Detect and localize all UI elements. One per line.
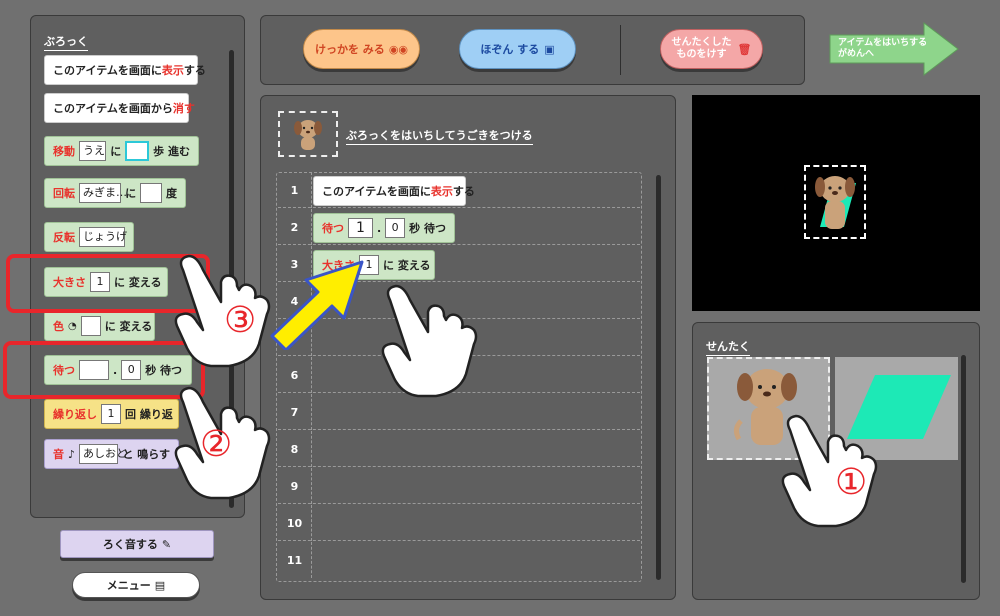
- menu-list-icon: ▤: [154, 578, 166, 592]
- selection-scrollbar[interactable]: [961, 355, 966, 583]
- row-number: 11: [278, 542, 312, 578]
- stage-dog-with-shape: [815, 176, 856, 229]
- palette-hide-block[interactable]: このアイテムを画面から 消す: [44, 93, 195, 123]
- place-item-label-1: アイテムをはいちする: [838, 38, 928, 48]
- view-result-label: けっかを みる: [314, 43, 385, 56]
- record-button[interactable]: ろく音する ✎: [60, 530, 214, 558]
- row2-fraction-input[interactable]: 0: [385, 218, 406, 238]
- row-number: 7: [278, 394, 312, 430]
- row2-dot: .: [376, 221, 382, 235]
- toolbar-divider: [620, 25, 621, 75]
- script-row: 11: [278, 542, 640, 578]
- row1-accent: 表示: [430, 185, 453, 198]
- dog-icon: [294, 120, 322, 150]
- rotate-degrees-input[interactable]: [140, 183, 162, 203]
- music-note-icon: ♪: [68, 447, 76, 461]
- show-block-accent: 表示: [161, 64, 184, 77]
- color-block-post: に 変える: [104, 320, 153, 333]
- script-row: 9: [278, 468, 640, 504]
- hide-block-accent: 消す: [172, 102, 195, 115]
- script-header: ぶろっくをはいちしてうごきをつける: [346, 127, 533, 145]
- rotate-block-p1: に: [125, 187, 137, 200]
- record-label: ろく音する: [102, 538, 158, 551]
- row2-post: 秒 待つ: [409, 222, 446, 235]
- palette-sound-block[interactable]: 音 ♪ あしおと と 鳴らす: [44, 439, 179, 469]
- row2-seconds-input[interactable]: 1: [348, 218, 373, 238]
- trash-icon: 🗑︎: [737, 42, 752, 56]
- color-block-accent: 色: [53, 320, 64, 333]
- palette-icon: ◔: [68, 320, 77, 332]
- row-number: 1: [278, 172, 312, 208]
- rotate-block-accent: 回転: [53, 187, 75, 200]
- palette-rotate-block[interactable]: 回転 みぎま… に 度: [44, 178, 186, 208]
- rotate-block-p2: 度: [166, 187, 177, 200]
- palette-repeat-block[interactable]: 繰り返し 1 回 繰り返: [44, 399, 179, 429]
- row2-accent: 待つ: [322, 222, 344, 235]
- show-block-pre: このアイテムを画面に: [53, 64, 162, 77]
- place-item-label-2: がめんへ: [838, 49, 875, 59]
- menu-button[interactable]: メニュー ▤: [72, 572, 200, 598]
- script-show-block[interactable]: このアイテムを画面に 表示 する: [313, 176, 475, 206]
- flip-direction-input[interactable]: じょうげ: [79, 227, 127, 247]
- place-item-arrow-button[interactable]: アイテムをはいちする がめんへ: [828, 21, 960, 77]
- row1-post: する: [452, 185, 475, 198]
- color-value-input[interactable]: [80, 316, 101, 336]
- row-number: 9: [278, 468, 312, 504]
- show-block-post: する: [183, 64, 206, 77]
- palette-move-block[interactable]: 移動 うえ に 歩 進む: [44, 136, 199, 166]
- pointing-hand-icon: [381, 284, 478, 398]
- flip-block-accent: 反転: [53, 231, 75, 244]
- step-3-marker: ③: [224, 300, 257, 341]
- move-block-p2: 歩 進む: [153, 145, 190, 158]
- save-button[interactable]: ほぞん する ▣: [459, 29, 576, 69]
- palette-flip-block[interactable]: 反転 じょうげ: [44, 222, 134, 252]
- menu-label: メニュー: [106, 579, 151, 592]
- delete-label-2: ものをけす: [676, 49, 727, 60]
- step-1-marker: ①: [835, 462, 868, 503]
- palette-show-block[interactable]: このアイテムを画面に 表示 する: [44, 55, 206, 85]
- move-block-accent: 移動: [53, 145, 75, 158]
- rotate-direction-input[interactable]: みぎま…: [79, 183, 127, 203]
- palette-label: ぶろっく: [44, 33, 88, 51]
- step-2-marker: ②: [200, 424, 233, 465]
- row-number: 8: [278, 431, 312, 467]
- script-row: 10: [278, 505, 640, 541]
- delete-selected-button[interactable]: せんたくした ものをけす 🗑︎: [660, 29, 763, 69]
- save-disk-icon: ▣: [544, 42, 555, 56]
- script-scrollbar[interactable]: [656, 175, 661, 580]
- repeat-count-input[interactable]: 1: [101, 404, 121, 424]
- sound-block-accent: 音: [53, 448, 64, 461]
- selection-label: せんたく: [706, 338, 750, 356]
- eyes-icon: ◉◉: [388, 42, 409, 56]
- save-label: ほぞん する: [480, 43, 540, 56]
- script-sprite-thumbnail[interactable]: [278, 111, 338, 157]
- move-steps-input[interactable]: [125, 141, 150, 161]
- delete-label-1: せんたくした: [671, 37, 732, 48]
- row-number: 10: [278, 505, 312, 541]
- sound-name-input[interactable]: あしおと: [79, 444, 127, 464]
- script-row: 8: [278, 431, 640, 467]
- row1-pre: このアイテムを画面に: [322, 185, 431, 198]
- stage-sprite[interactable]: [804, 165, 866, 239]
- palette-color-block[interactable]: 色 ◔ に 変える: [44, 311, 155, 341]
- move-block-p1: に: [110, 145, 122, 158]
- repeat-block-accent: 繰り返し: [53, 408, 97, 421]
- pencil-icon: ✎: [161, 537, 172, 551]
- hide-block-pre: このアイテムを画面から: [53, 102, 173, 115]
- view-result-button[interactable]: けっかを みる ◉◉: [303, 29, 420, 69]
- move-direction-input[interactable]: うえ: [79, 141, 107, 161]
- script-wait-block[interactable]: 待つ 1 . 0 秒 待つ: [313, 213, 455, 243]
